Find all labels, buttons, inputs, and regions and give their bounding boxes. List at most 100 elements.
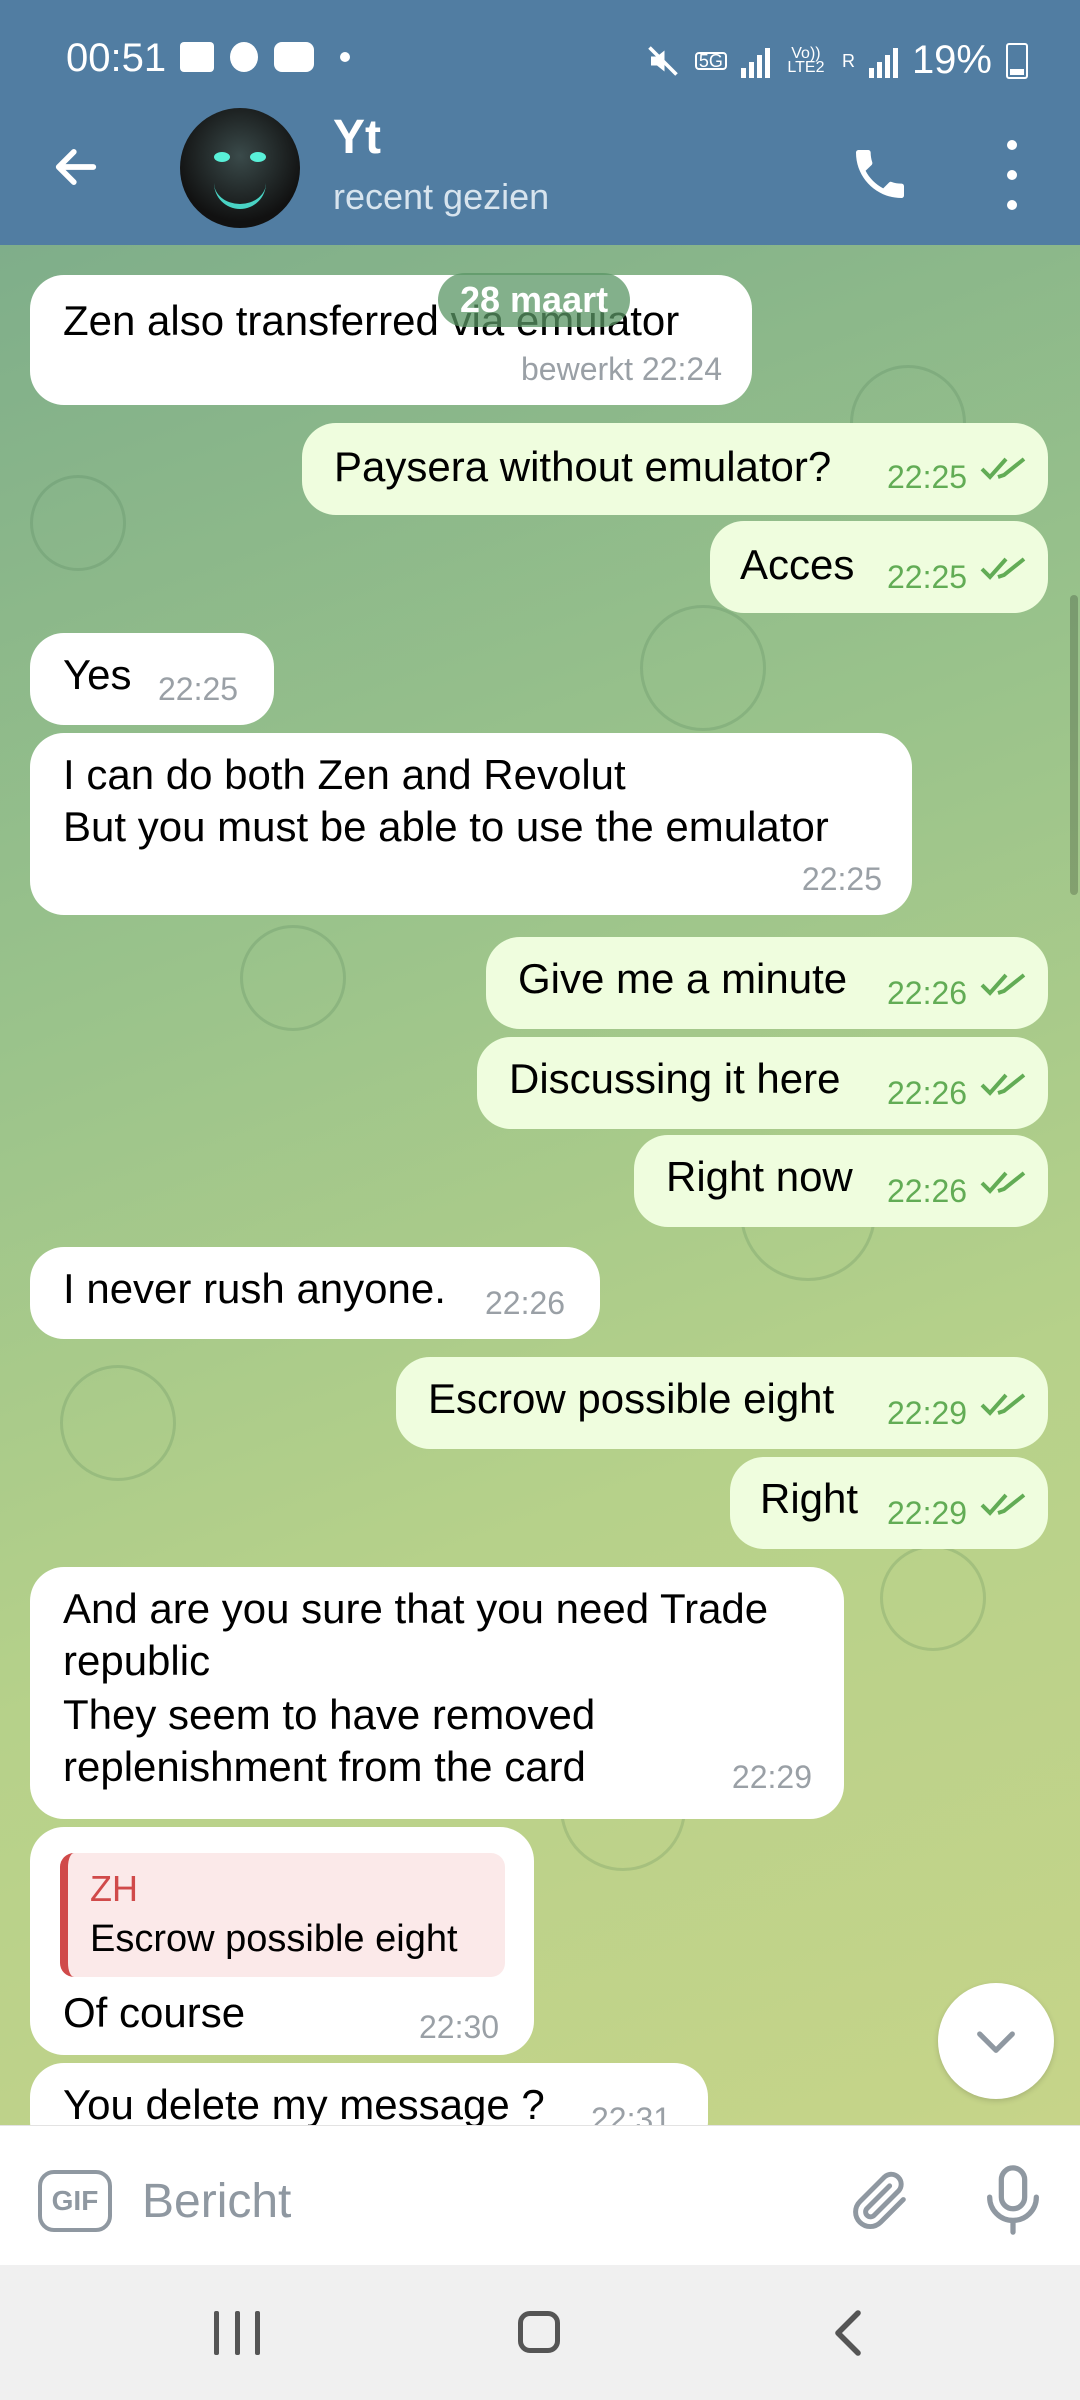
avatar-eye-right	[250, 152, 266, 162]
phone-icon	[856, 150, 904, 198]
reply-text: Escrow possible eight	[90, 1918, 458, 1960]
message-time: 22:26	[485, 1285, 566, 1321]
gallery-icon	[180, 42, 214, 72]
more-notifications-dot	[340, 52, 350, 62]
message-time: bewerkt 22:24	[520, 351, 722, 387]
status-bar: 00:51 5G Vo)) LTE2 R 19%	[0, 0, 1080, 120]
battery-icon	[1006, 42, 1028, 79]
reply-quote[interactable]: ZH Escrow possible eight	[60, 1853, 505, 1977]
message-text: Discussing it here	[509, 1055, 841, 1102]
double-check-icon	[980, 457, 1026, 480]
outgoing-message[interactable]: Right now 22:26	[634, 1135, 1048, 1227]
message-time: 22:25	[887, 559, 968, 595]
incoming-message[interactable]: I never rush anyone. 22:26	[30, 1247, 600, 1339]
message-text-line: And are you sure that you need Trade	[63, 1585, 769, 1632]
outgoing-message[interactable]: Give me a minute 22:26	[486, 937, 1048, 1029]
arrow-left-icon	[55, 149, 97, 185]
youtube-icon	[274, 42, 314, 72]
incoming-message[interactable]: You delete my message ? 22:31	[30, 2063, 708, 2125]
message-text-line: replenishment from the card	[63, 1743, 586, 1790]
incoming-message[interactable]: Zen also transferred via emulator bewerk…	[30, 275, 752, 405]
message-text: Paysera without emulator?	[334, 443, 832, 490]
back-button[interactable]	[46, 137, 106, 197]
message-text: Yes	[63, 651, 132, 698]
message-time: 22:30	[419, 2009, 500, 2045]
signal-icon-1	[740, 44, 770, 78]
outgoing-message[interactable]: Paysera without emulator? 22:25	[302, 423, 1048, 515]
status-right: 5G Vo)) LTE2 R 19%	[645, 38, 1028, 83]
incoming-message[interactable]: I can do both Zen and Revolut But you mu…	[30, 733, 912, 915]
message-list[interactable]: 28 maart Zen also transferred via emulat…	[0, 245, 1080, 2125]
background-doodle	[880, 1545, 986, 1651]
outgoing-message[interactable]: Right 22:29	[730, 1457, 1048, 1549]
scroll-to-bottom-button[interactable]	[938, 1983, 1054, 2099]
double-check-icon	[980, 1073, 1026, 1096]
more-vertical-icon	[1007, 140, 1017, 150]
notification-icons	[180, 42, 350, 72]
background-doodle	[640, 605, 766, 731]
double-check-icon	[980, 1171, 1026, 1194]
message-text: Right now	[666, 1153, 853, 1200]
incoming-reply-message[interactable]: ZH Escrow possible eight Of course 22:30	[30, 1827, 534, 2055]
avatar[interactable]	[180, 108, 300, 228]
background-doodle	[30, 475, 126, 571]
message-text-line: But you must be able to use the emulator	[63, 803, 829, 850]
avatar-eye-left	[214, 152, 230, 162]
message-text: Right	[760, 1475, 859, 1522]
scrollbar[interactable]	[1070, 595, 1078, 895]
double-check-icon	[980, 1493, 1026, 1516]
volte-icon: Vo)) LTE2	[787, 44, 825, 76]
more-menu-button[interactable]	[990, 140, 1034, 210]
recents-icon	[214, 2311, 219, 2355]
message-input[interactable]	[140, 2160, 804, 2242]
gif-button[interactable]: GIF	[38, 2170, 112, 2232]
message-time: 22:26	[887, 1173, 968, 1209]
message-text: Give me a minute	[518, 955, 848, 1002]
outgoing-message[interactable]: Acces 22:25	[710, 521, 1048, 613]
incoming-message[interactable]: Yes 22:25	[30, 633, 274, 725]
voice-record-button[interactable]	[978, 2162, 1048, 2238]
microphone-icon	[987, 2165, 1039, 2235]
reply-author: ZH	[90, 1868, 138, 1909]
message-time: 22:25	[158, 671, 239, 707]
message-time: 22:26	[887, 1075, 968, 1111]
double-check-icon	[980, 973, 1026, 996]
message-time: 22:29	[731, 1759, 812, 1795]
message-text: Escrow possible eight	[428, 1375, 835, 1422]
outgoing-message[interactable]: Escrow possible eight 22:29	[396, 1357, 1048, 1449]
background-doodle	[60, 1365, 176, 1481]
back-chevron-icon	[835, 2310, 861, 2356]
composer-bar: GIF	[0, 2125, 1080, 2266]
paperclip-icon	[853, 2171, 906, 2230]
message-time: 22:29	[887, 1495, 968, 1531]
system-navigation-bar	[0, 2265, 1080, 2400]
message-text-line: They seem to have removed	[63, 1691, 596, 1738]
message-text: Of course	[63, 1989, 246, 2036]
message-text-line: republic	[63, 1637, 211, 1684]
double-check-icon	[980, 1393, 1026, 1416]
background-doodle	[240, 925, 346, 1031]
recent-apps-button[interactable]	[214, 2311, 260, 2355]
signal-icon-2	[868, 44, 898, 78]
message-text: I never rush anyone.	[63, 1265, 446, 1312]
last-seen-status: recent gezien	[333, 176, 550, 217]
chat-title[interactable]: Yt	[333, 110, 381, 165]
message-text: Acces	[740, 541, 855, 588]
incoming-message[interactable]: And are you sure that you need Trade rep…	[30, 1567, 844, 1819]
mute-icon	[648, 45, 678, 76]
system-back-button[interactable]	[828, 2307, 868, 2359]
message-time: 22:26	[887, 975, 968, 1011]
outgoing-message[interactable]: Discussing it here 22:26	[477, 1037, 1048, 1129]
network-type-icon: 5G	[694, 51, 727, 70]
top-bar: 00:51 5G Vo)) LTE2 R 19% Yt recent gezie…	[0, 0, 1080, 245]
attach-button[interactable]	[845, 2166, 915, 2236]
message-text-line: I can do both Zen and Revolut	[63, 751, 626, 798]
message-time: 22:25	[887, 459, 968, 495]
roaming-icon: R	[841, 50, 855, 71]
chevron-down-icon	[977, 2031, 1015, 2053]
call-button[interactable]	[848, 142, 912, 206]
date-separator: 28 maart	[438, 273, 631, 327]
status-time: 00:51	[66, 36, 167, 80]
avatar-mouth	[214, 178, 266, 209]
home-button[interactable]	[518, 2311, 560, 2353]
